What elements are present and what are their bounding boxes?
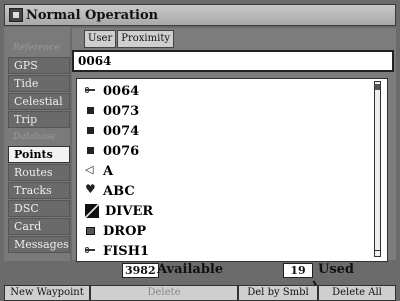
list-scrollbar[interactable] (374, 81, 381, 257)
tab-user[interactable]: User (84, 30, 117, 48)
sidebar-item-messages[interactable]: Messages (8, 236, 70, 253)
sidebar-item-tracks[interactable]: Tracks (8, 182, 70, 199)
list-item[interactable]: 0073 (85, 101, 139, 121)
waypoint-list[interactable]: 0064 0073 0074 0076 A ABC (76, 78, 388, 262)
available-count: 3982 (122, 263, 159, 278)
list-item[interactable]: 0064 (85, 81, 139, 101)
used-count: 19 (283, 263, 313, 278)
list-item[interactable]: 0074 (85, 121, 139, 141)
scroll-down-icon[interactable] (375, 250, 380, 256)
drop-icon (85, 225, 97, 237)
waypoint-name: A (103, 163, 114, 179)
waypoint-name: 0076 (103, 143, 140, 159)
waypoint-name: DIVER (105, 203, 154, 219)
list-item[interactable]: FISH1 (85, 241, 149, 261)
waypoint-name: FISH1 (103, 243, 150, 259)
tab-bar: User Proximity (84, 30, 175, 48)
gps-screen: Normal Operation Reference GPS Tide Cele… (0, 0, 400, 301)
sidebar-item-routes[interactable]: Routes (8, 164, 70, 181)
waypoint-name: DROP (103, 223, 147, 239)
mode-icon (9, 8, 23, 22)
waypoint-search-field[interactable]: 0064 (72, 50, 394, 72)
waypoint-counts: 3982 Available 19 Used (0, 262, 400, 280)
softkey-bar: New Waypoint Delete Del by Smbl Delete A… (4, 285, 396, 301)
square-icon (85, 145, 97, 157)
anchor-icon (85, 163, 97, 177)
waypoint-name: 0073 (103, 103, 140, 119)
sidebar-item-tide[interactable]: Tide (8, 75, 70, 92)
list-item[interactable]: ABC (85, 181, 135, 201)
tab-proximity[interactable]: Proximity (117, 30, 174, 48)
list-item[interactable]: DROP (85, 221, 146, 241)
used-label: Used (318, 262, 355, 277)
delete-by-symbol-button[interactable]: Del by Smbl (238, 285, 318, 301)
list-item[interactable]: DIVER (85, 201, 153, 221)
delete-button[interactable]: Delete (90, 285, 238, 301)
list-item[interactable]: A (85, 161, 113, 181)
available-label: Available (157, 262, 224, 277)
waypoint-name: ABC (103, 183, 135, 199)
title-bar: Normal Operation (4, 4, 396, 26)
window-title: Normal Operation (26, 7, 159, 23)
heart-icon (85, 182, 97, 197)
flag-icon (85, 85, 97, 97)
sidebar-header-reference: Reference (13, 43, 60, 53)
new-waypoint-button[interactable]: New Waypoint (4, 285, 90, 301)
diver-flag-icon (85, 204, 99, 218)
sidebar-item-gps[interactable]: GPS (8, 57, 70, 74)
waypoint-name: 0064 (103, 83, 140, 99)
square-icon (85, 105, 97, 117)
points-panel: User Proximity 0064 0064 0073 0074 0076 (72, 28, 396, 262)
scroll-thumb[interactable] (375, 84, 380, 90)
sidebar-item-trip[interactable]: Trip (8, 111, 70, 128)
delete-all-button[interactable]: Delete All (318, 285, 396, 301)
sidebar: Reference GPS Tide Celestial Trip Databa… (4, 27, 70, 261)
square-icon (85, 125, 97, 137)
sidebar-item-celestial[interactable]: Celestial (8, 93, 70, 110)
sidebar-item-points[interactable]: Points (8, 146, 70, 163)
flag-icon (85, 245, 97, 257)
sidebar-item-card[interactable]: Card (8, 218, 70, 235)
sidebar-header-database: Database (13, 132, 56, 142)
sidebar-item-dsc[interactable]: DSC (8, 200, 70, 217)
waypoint-name: 0074 (103, 123, 140, 139)
list-item[interactable]: 0076 (85, 141, 139, 161)
